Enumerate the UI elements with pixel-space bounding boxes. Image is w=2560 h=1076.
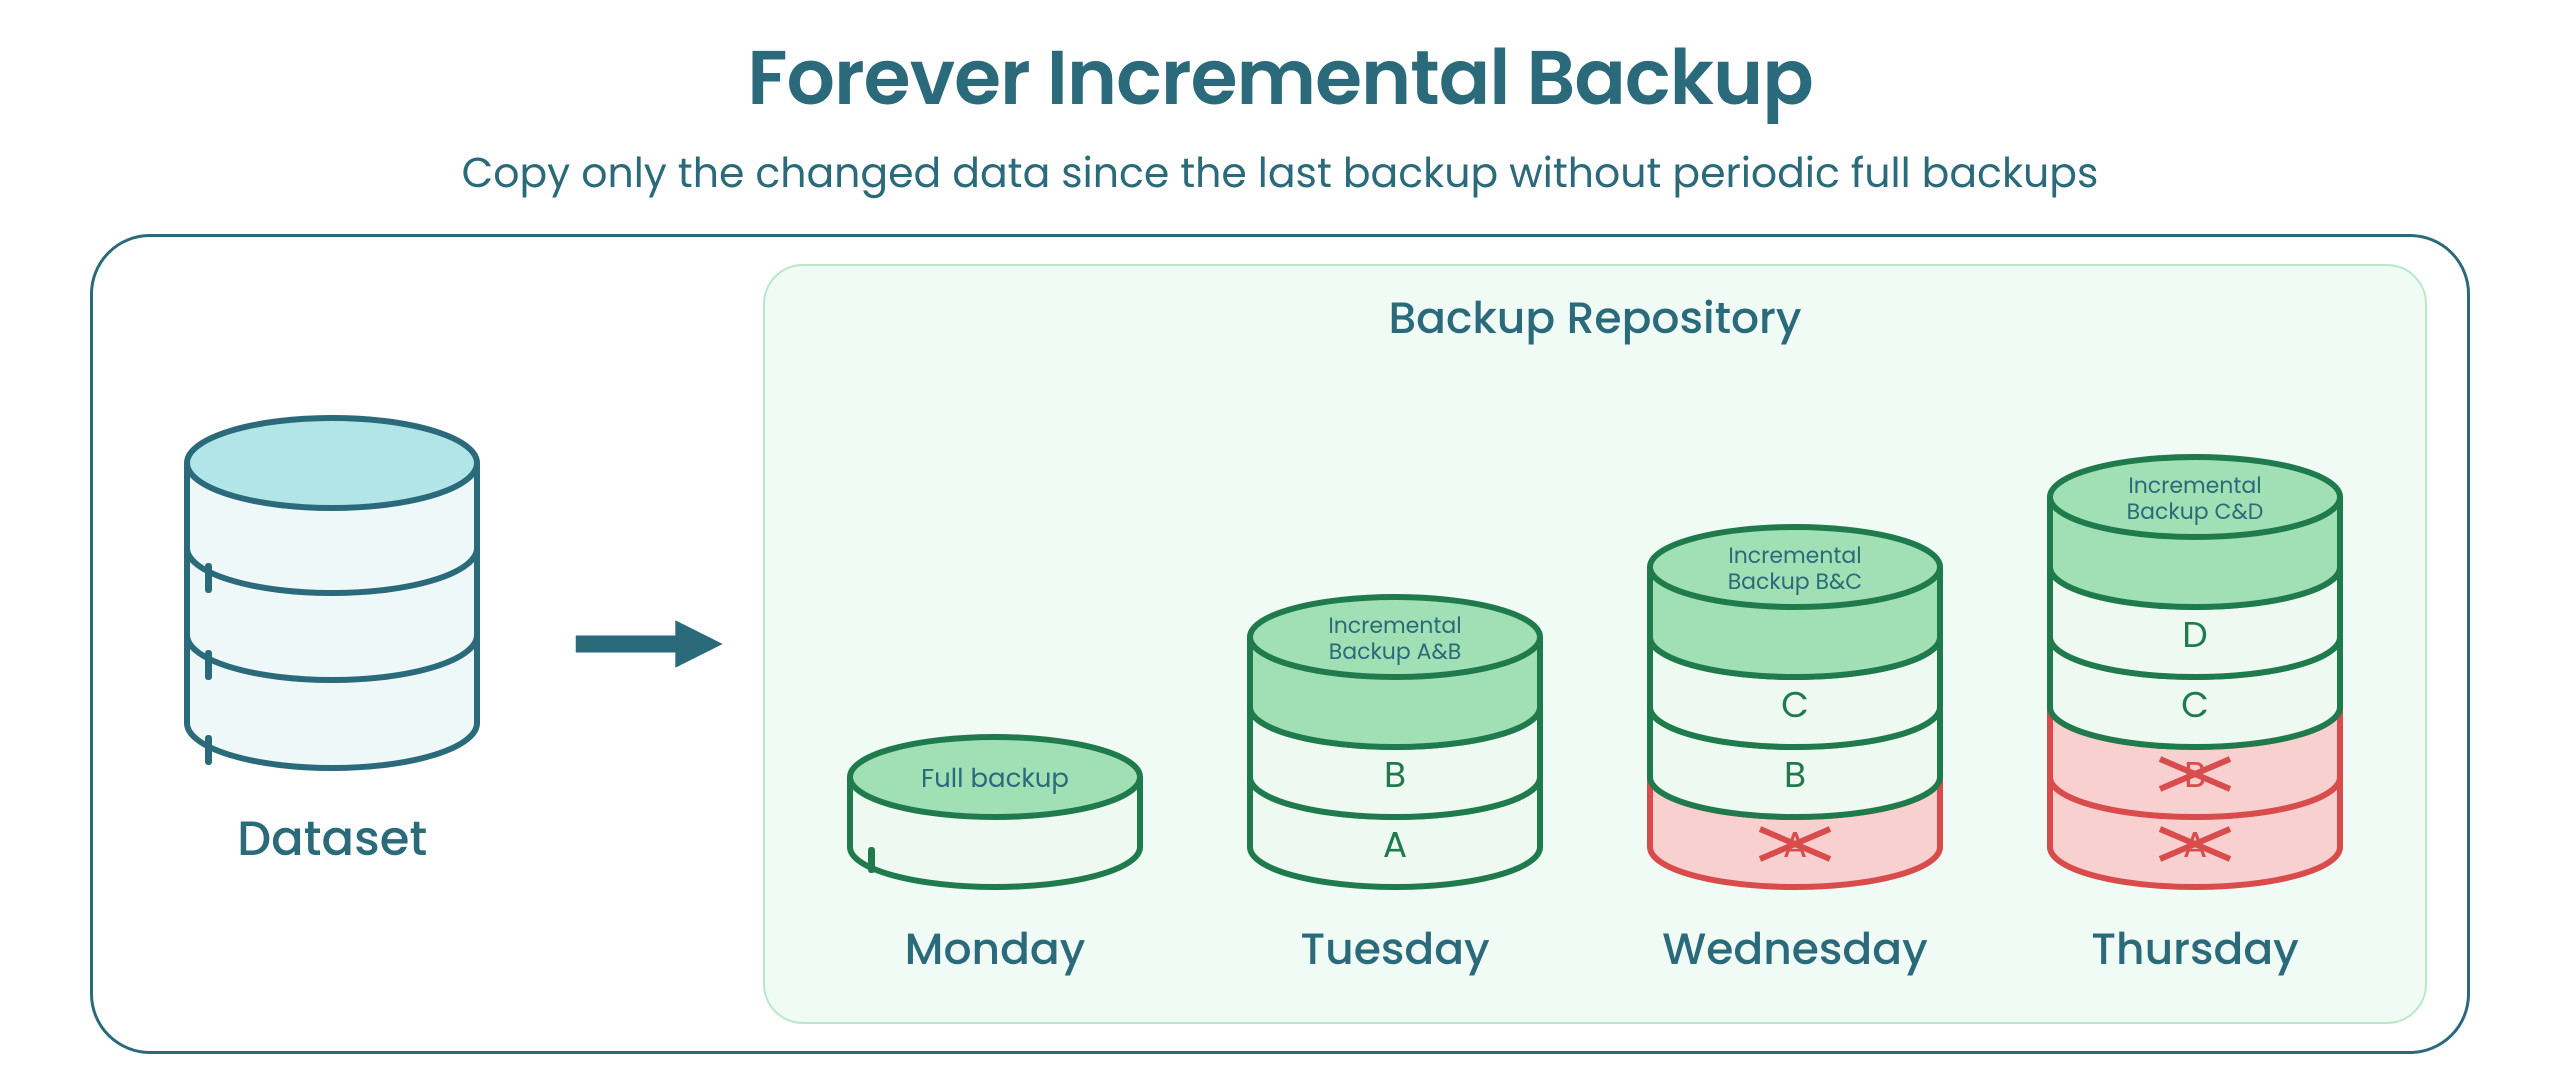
day-label-thursday: Thursday: [2091, 917, 2299, 982]
monday-cylinder: Full backup: [830, 727, 1160, 897]
tuesday-layer-b: B: [1384, 749, 1406, 800]
thursday-layer-c: C: [2181, 679, 2209, 730]
wednesday-layer-c: C: [1781, 679, 1809, 730]
wednesday-layer-b: B: [1784, 749, 1806, 800]
thursday-layer-d: D: [2182, 609, 2207, 660]
day-label-monday: Monday: [905, 917, 1086, 982]
dataset-label: Dataset: [237, 803, 427, 875]
main-outline-box: Dataset Backup Repository Full backup M: [90, 234, 2470, 1054]
diagram-title: Forever Incremental Backup: [747, 20, 1813, 135]
wednesday-top-label-2: Backup B&C: [1728, 566, 1863, 597]
days-row: Full backup Monday A B: [795, 371, 2395, 982]
tuesday-cylinder: A B Incremental Backup A&B: [1230, 587, 1560, 897]
tuesday-top-label-2: Backup A&B: [1329, 636, 1461, 667]
monday-top-label: Full backup: [921, 761, 1069, 797]
thursday-top-label-2: Backup C&D: [2127, 496, 2264, 527]
day-column-thursday: A B C: [1995, 447, 2395, 982]
backup-repository-title: Backup Repository: [795, 286, 2395, 351]
day-label-tuesday: Tuesday: [1300, 917, 1489, 982]
wednesday-cylinder: A B C Incremental: [1630, 517, 1960, 897]
day-column-wednesday: A B C Incremental: [1595, 517, 1995, 982]
tuesday-layer-a: A: [1383, 819, 1407, 870]
diagram-subtitle: Copy only the changed data since the las…: [462, 143, 2099, 204]
dataset-section: Dataset: [133, 413, 531, 875]
arrow-icon: [571, 614, 723, 674]
day-column-monday: Full backup Monday: [795, 727, 1195, 982]
backup-repository-box: Backup Repository Full backup Monday: [763, 264, 2427, 1024]
dataset-cylinder-icon: [167, 413, 497, 773]
day-column-tuesday: A B Incremental Backup A&B Tuesday: [1195, 587, 1595, 982]
day-label-wednesday: Wednesday: [1662, 917, 1927, 982]
thursday-cylinder: A B C: [2030, 447, 2360, 897]
